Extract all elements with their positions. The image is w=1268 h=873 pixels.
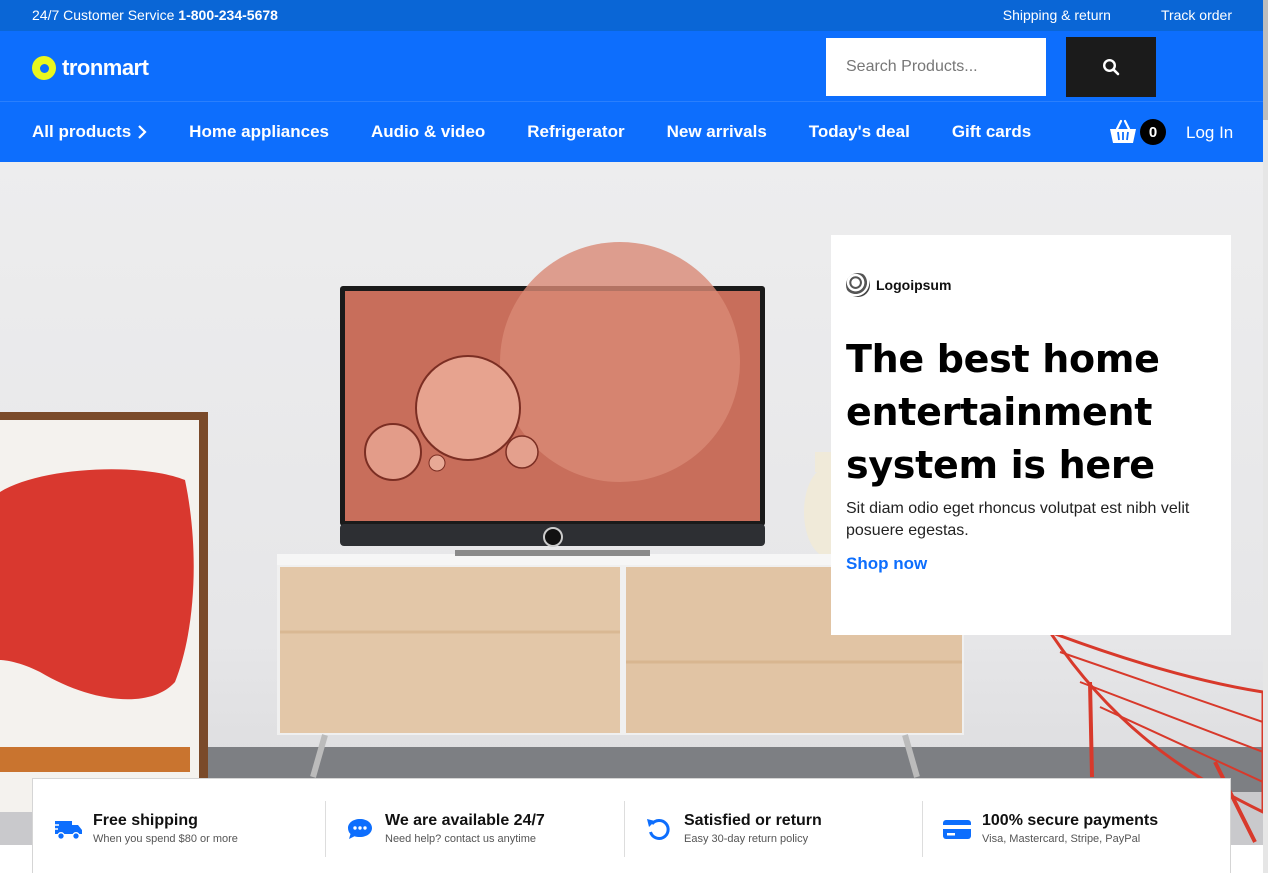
nav-refrigerator[interactable]: Refrigerator [527, 122, 624, 142]
feature-available: We are available 24/7 Need help? contact… [325, 779, 624, 873]
hero-headline: The best home entertainment system is he… [846, 337, 1160, 487]
shop-now-link[interactable]: Shop now [846, 554, 927, 574]
brand-name: tronmart [62, 55, 149, 80]
shipping-return-link[interactable]: Shipping & return [1003, 7, 1111, 23]
feature-title: Free shipping [93, 812, 198, 829]
return-icon [647, 819, 670, 840]
feature-subtitle: Need help? contact us anytime [385, 833, 537, 845]
search-input[interactable] [826, 38, 1046, 96]
nav-all-products[interactable]: All products [32, 122, 147, 142]
basket-icon [1110, 119, 1136, 143]
chat-icon [348, 819, 372, 839]
feature-title: We are available 24/7 [385, 812, 545, 829]
partner-logo-icon [846, 273, 870, 297]
features-bar: Free shipping When you spend $80 or more… [32, 778, 1231, 873]
site-logo[interactable]: tronmart [32, 55, 149, 81]
nav-all-products-label: All products [32, 122, 132, 141]
truck-icon [53, 821, 82, 840]
feature-secure-payments: 100% secure payments Visa, Mastercard, S… [922, 779, 1230, 873]
promo-card: Logoipsum The best home entertainment sy… [831, 235, 1231, 635]
nav-todays-deal[interactable]: Today's deal [809, 122, 910, 142]
chevron-right-icon [138, 125, 147, 139]
partner-logo: Logoipsum [846, 273, 951, 297]
search-button[interactable] [1066, 37, 1156, 97]
nav-audio-video[interactable]: Audio & video [371, 122, 485, 142]
top-bar: 24/7 Customer Service 1-800-234-5678 Shi… [0, 0, 1263, 31]
cart-count-badge: 0 [1140, 119, 1166, 145]
nav-home-appliances[interactable]: Home appliances [189, 122, 329, 142]
track-order-link[interactable]: Track order [1161, 7, 1232, 23]
feature-free-shipping: Free shipping When you spend $80 or more [33, 779, 325, 873]
partner-logo-text: Logoipsum [876, 277, 952, 293]
main-nav: All products Home appliances Audio & vid… [0, 101, 1263, 162]
scrollbar-thumb[interactable] [1263, 0, 1268, 120]
feature-title: Satisfied or return [684, 812, 822, 829]
feature-satisfied-return: Satisfied or return Easy 30-day return p… [624, 779, 922, 873]
customer-service: 24/7 Customer Service 1-800-234-5678 [32, 7, 278, 23]
nav-new-arrivals[interactable]: New arrivals [667, 122, 767, 142]
feature-subtitle: Easy 30-day return policy [684, 833, 809, 845]
site-header: tronmart [0, 31, 1263, 101]
credit-card-icon [943, 820, 971, 839]
search-icon [1102, 58, 1120, 76]
feature-title: 100% secure payments [982, 812, 1159, 829]
customer-service-phone[interactable]: 1-800-234-5678 [178, 7, 278, 23]
hero-description: Sit diam odio eget rhoncus volutpat est … [846, 500, 1190, 539]
cart-button[interactable]: 0 [1109, 119, 1166, 145]
page-scrollbar[interactable] [1263, 0, 1268, 873]
logo-mark-icon [32, 56, 56, 80]
feature-subtitle: Visa, Mastercard, Stripe, PayPal [982, 833, 1141, 845]
feature-subtitle: When you spend $80 or more [93, 833, 238, 845]
nav-gift-cards[interactable]: Gift cards [952, 122, 1031, 142]
login-link[interactable]: Log In [1186, 123, 1233, 143]
customer-service-label: 24/7 Customer Service [32, 7, 175, 23]
